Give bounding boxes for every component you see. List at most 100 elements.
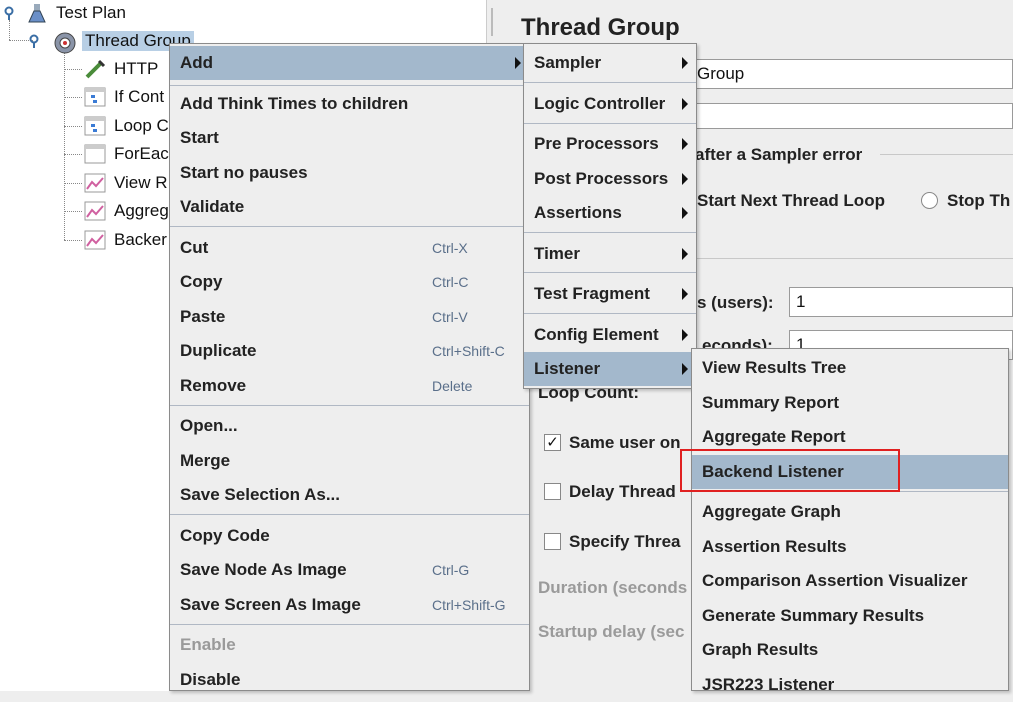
menu-item-label: Config Element: [534, 325, 659, 344]
menu-item-sampler[interactable]: Sampler: [524, 46, 696, 80]
menu-item-test-fragment[interactable]: Test Fragment: [524, 277, 696, 311]
tree-connector: [64, 69, 82, 70]
menu-item-graph-results[interactable]: Graph Results: [692, 633, 1008, 667]
tree-item-loop-controller[interactable]: Loop C: [84, 113, 169, 139]
delay-thread-label: Delay Thread: [569, 482, 676, 501]
menu-item-label: Save Node As Image: [180, 560, 347, 579]
radio-stop-thread[interactable]: [921, 192, 938, 209]
group-border: [880, 154, 1013, 155]
menu-item-pre-processors[interactable]: Pre Processors: [524, 127, 696, 161]
tree-item-test-plan[interactable]: Test Plan: [26, 0, 126, 26]
menu-item-timer[interactable]: Timer: [524, 237, 696, 271]
menu-item-label: Cut: [180, 238, 209, 257]
tree-item-if-controller[interactable]: If Cont: [84, 84, 164, 110]
menu-item-save-node-image[interactable]: Save Node As Image Ctrl-G: [170, 553, 529, 587]
radio-stop-label[interactable]: Stop Th: [947, 191, 1010, 211]
expand-toggle-icon[interactable]: [27, 34, 41, 48]
tree-connector: [64, 154, 82, 155]
menu-item-label: JSR223 Listener: [702, 675, 835, 694]
menu-item-copy-code[interactable]: Copy Code: [170, 519, 529, 553]
submenu-arrow-icon: [515, 57, 521, 69]
menu-item-label: Timer: [534, 244, 580, 263]
menu-item-label: Copy Code: [180, 526, 270, 545]
tree-item-foreach-controller[interactable]: ForEac: [84, 141, 169, 167]
menu-separator: [170, 624, 529, 625]
menu-item-start[interactable]: Start: [170, 121, 529, 155]
menu-item-label: Save Selection As...: [180, 485, 340, 504]
menu-separator: [170, 514, 529, 515]
pipette-icon: [84, 58, 106, 80]
menu-separator: [524, 82, 696, 83]
menu-item-save-screen-image[interactable]: Save Screen As Image Ctrl+Shift-G: [170, 588, 529, 622]
menu-item-label: Open...: [180, 416, 238, 435]
shortcut-label: Ctrl-G: [432, 562, 470, 578]
tree-item-label: ForEac: [114, 144, 169, 163]
menu-item-add[interactable]: Add: [170, 46, 529, 80]
gear-icon: [52, 30, 76, 54]
menu-item-cut[interactable]: Cut Ctrl-X: [170, 231, 529, 265]
menu-item-summary-report[interactable]: Summary Report: [692, 386, 1008, 420]
shortcut-label: Ctrl-V: [432, 309, 468, 325]
tree-item-http[interactable]: HTTP: [84, 56, 158, 82]
menu-item-logic-controller[interactable]: Logic Controller: [524, 87, 696, 121]
same-user-checkbox[interactable]: ✓: [544, 434, 561, 451]
comments-field[interactable]: [690, 103, 1013, 129]
menu-item-start-no-pauses[interactable]: Start no pauses: [170, 156, 529, 190]
menu-item-post-processors[interactable]: Post Processors: [524, 162, 696, 196]
menu-separator: [524, 272, 696, 273]
menu-item-generate-summary-results[interactable]: Generate Summary Results: [692, 599, 1008, 633]
menu-item-save-selection[interactable]: Save Selection As...: [170, 478, 529, 512]
menu-item-paste[interactable]: Paste Ctrl-V: [170, 300, 529, 334]
tree-item-aggregate[interactable]: Aggreg: [84, 198, 169, 224]
menu-item-listener[interactable]: Listener: [524, 352, 696, 386]
menu-item-label: Copy: [180, 272, 223, 291]
listener-submenu: View Results Tree Summary Report Aggrega…: [691, 348, 1009, 694]
graph-icon: [84, 172, 106, 194]
name-field[interactable]: Group: [690, 59, 1013, 89]
menu-item-duplicate[interactable]: Duplicate Ctrl+Shift-C: [170, 334, 529, 368]
menu-item-label: Pre Processors: [534, 134, 659, 153]
menu-item-label: Summary Report: [702, 393, 839, 412]
tree-item-view-results[interactable]: View R: [84, 170, 168, 196]
radio-start-next-label[interactable]: Start Next Thread Loop: [697, 191, 885, 211]
splitter-grip[interactable]: [491, 8, 493, 36]
menu-item-add-think-times[interactable]: Add Think Times to children: [170, 87, 529, 121]
menu-item-remove[interactable]: Remove Delete: [170, 369, 529, 403]
menu-item-config-element[interactable]: Config Element: [524, 318, 696, 352]
menu-item-label: Aggregate Graph: [702, 502, 841, 521]
menu-item-assertion-results[interactable]: Assertion Results: [692, 530, 1008, 564]
submenu-arrow-icon: [682, 57, 688, 69]
add-submenu: Sampler Logic Controller Pre Processors …: [523, 43, 697, 389]
menu-item-label: Start no pauses: [180, 163, 308, 182]
tree-item-label: Loop C: [114, 116, 169, 135]
submenu-arrow-icon: [682, 173, 688, 185]
controller-icon: [84, 115, 106, 137]
submenu-arrow-icon: [682, 138, 688, 150]
menu-item-merge[interactable]: Merge: [170, 444, 529, 478]
shortcut-label: Ctrl-X: [432, 240, 468, 256]
menu-item-disable[interactable]: Disable: [170, 663, 529, 697]
submenu-arrow-icon: [682, 248, 688, 260]
menu-item-view-results-tree[interactable]: View Results Tree: [692, 351, 1008, 385]
menu-item-comparison-assertion-visualizer[interactable]: Comparison Assertion Visualizer: [692, 564, 1008, 598]
tree-item-backend[interactable]: Backer: [84, 227, 167, 253]
duration-label: Duration (seconds: [538, 578, 688, 597]
menu-item-jsr223-listener[interactable]: JSR223 Listener: [692, 668, 1008, 702]
tree-connector: [64, 240, 82, 241]
menu-item-aggregate-graph[interactable]: Aggregate Graph: [692, 495, 1008, 529]
menu-item-validate[interactable]: Validate: [170, 190, 529, 224]
delay-thread-checkbox[interactable]: [544, 483, 561, 500]
menu-item-label: Merge: [180, 451, 231, 470]
menu-item-copy[interactable]: Copy Ctrl-C: [170, 265, 529, 299]
specify-lifetime-checkbox[interactable]: [544, 533, 561, 550]
menu-item-label: Add: [180, 53, 214, 72]
expand-toggle-icon[interactable]: [2, 6, 16, 20]
menu-item-label: Listener: [534, 359, 601, 378]
same-user-label: Same user on: [569, 433, 681, 452]
threads-input[interactable]: 1: [789, 287, 1013, 317]
menu-item-assertions[interactable]: Assertions: [524, 196, 696, 230]
menu-item-open[interactable]: Open...: [170, 409, 529, 443]
name-field-value: Group: [697, 64, 745, 83]
graph-icon: [84, 200, 106, 222]
menu-item-enable: Enable: [170, 628, 529, 662]
